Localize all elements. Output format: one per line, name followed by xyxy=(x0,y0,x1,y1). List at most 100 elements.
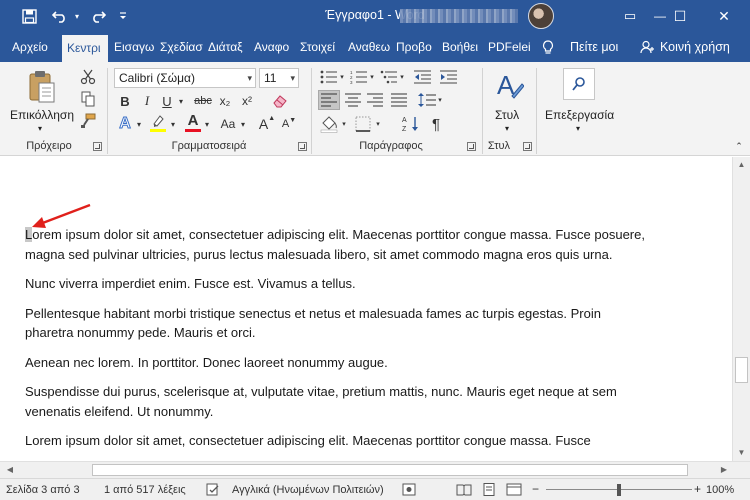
strikethrough-button[interactable]: abc xyxy=(192,92,214,110)
language-indicator[interactable]: Αγγλικά (Ηνωμένων Πολιτειών) xyxy=(232,484,384,496)
maximize-button[interactable]: ☐ xyxy=(662,0,698,32)
zoom-in-button[interactable]: + xyxy=(694,482,701,496)
align-right-button[interactable] xyxy=(364,90,386,110)
font-launcher-icon[interactable] xyxy=(298,142,307,151)
scroll-up-icon[interactable]: ▲ xyxy=(733,157,750,173)
document-body[interactable]: Lorem ipsum dolor sit amet, consectetuer… xyxy=(25,225,645,461)
shading-dropdown-icon[interactable]: ▾ xyxy=(340,114,348,134)
highlight-button[interactable] xyxy=(148,112,168,134)
paragraph[interactable]: Lorem ipsum dolor sit amet, consectetuer… xyxy=(25,225,645,264)
proofing-icon[interactable] xyxy=(206,483,220,496)
tab-view[interactable]: Προβο xyxy=(396,32,436,62)
tab-design[interactable]: Σχεδίασ xyxy=(160,32,206,62)
tab-insert[interactable]: Εισαγω xyxy=(114,32,158,62)
font-color-dropdown-icon[interactable]: ▾ xyxy=(202,114,212,134)
change-case-button[interactable]: Aa xyxy=(218,114,238,134)
grow-font-button[interactable]: A ▲ xyxy=(258,114,276,134)
tab-home[interactable]: Κεντρι xyxy=(62,35,108,62)
bullets-dropdown-icon[interactable]: ▾ xyxy=(338,68,346,86)
tab-help[interactable]: Βοήθει xyxy=(442,32,484,62)
numbering-button[interactable]: 123 xyxy=(348,68,370,86)
word-count[interactable]: 1 από 517 λέξεις xyxy=(104,484,186,496)
paragraph[interactable]: Suspendisse dui purus, scelerisque at, v… xyxy=(25,382,645,421)
shrink-font-button[interactable]: A ▼ xyxy=(280,114,298,134)
tab-references[interactable]: Αναφο xyxy=(254,32,296,62)
paragraph[interactable]: Aenean nec lorem. In porttitor. Donec la… xyxy=(25,353,645,373)
styles-button[interactable]: A Στυλ ▾ xyxy=(488,66,530,136)
superscript-button[interactable]: x² xyxy=(238,92,256,110)
tell-me-box[interactable]: Πείτε μοι xyxy=(542,32,618,62)
bold-button[interactable]: B xyxy=(116,92,134,110)
vertical-scrollbar[interactable]: ▲ ▼ xyxy=(732,157,750,461)
tab-pdfelement[interactable]: PDFelei xyxy=(488,32,532,62)
borders-dropdown-icon[interactable]: ▾ xyxy=(374,114,382,134)
font-color-button[interactable]: A xyxy=(184,112,202,134)
svg-text:3: 3 xyxy=(350,80,353,84)
font-name-combo[interactable]: Calibri (Σώμα) ▾ xyxy=(114,68,256,88)
paste-button[interactable]: Επικόλληση ▾ xyxy=(6,66,74,136)
macro-record-icon[interactable] xyxy=(402,483,416,496)
italic-button[interactable]: I xyxy=(138,92,156,110)
subscript-button[interactable]: x₂ xyxy=(216,92,234,110)
paragraph[interactable]: Pellentesque habitant morbi tristique se… xyxy=(25,304,645,343)
collapse-ribbon-icon[interactable]: ⌃ xyxy=(732,140,746,152)
tab-mailings[interactable]: Στοιχεί xyxy=(300,32,344,62)
underline-button[interactable]: U xyxy=(158,92,176,110)
horizontal-scrollbar[interactable]: ◀ ▶ xyxy=(0,461,750,478)
font-size-combo[interactable]: 11 ▾ xyxy=(259,68,299,88)
format-painter-button[interactable] xyxy=(78,112,98,130)
scroll-left-icon[interactable]: ◀ xyxy=(2,462,18,478)
paragraph[interactable]: Nunc viverra imperdiet enim. Fusce est. … xyxy=(25,274,645,294)
close-button[interactable]: ✕ xyxy=(706,0,742,32)
scroll-down-icon[interactable]: ▼ xyxy=(733,445,750,461)
multilevel-list-button[interactable] xyxy=(378,68,400,86)
styles-group-label: Στυλ xyxy=(487,140,511,152)
line-spacing-button[interactable] xyxy=(416,90,438,110)
zoom-level[interactable]: 100% xyxy=(706,484,734,496)
avatar[interactable] xyxy=(528,3,554,29)
bullets-button[interactable] xyxy=(318,68,340,86)
svg-text:Z: Z xyxy=(402,126,407,133)
copy-button[interactable] xyxy=(78,90,98,108)
sort-button[interactable]: AZ xyxy=(400,114,422,134)
justify-button[interactable] xyxy=(388,90,410,110)
shading-button[interactable] xyxy=(318,114,340,134)
change-case-dropdown-icon[interactable]: ▾ xyxy=(238,114,248,134)
zoom-out-button[interactable]: − xyxy=(532,482,539,496)
show-formatting-button[interactable]: ¶ xyxy=(426,114,446,134)
text-effects-dropdown-icon[interactable]: ▾ xyxy=(134,114,144,134)
line-spacing-dropdown-icon[interactable]: ▾ xyxy=(436,90,444,110)
tab-file[interactable]: Αρχείο xyxy=(12,32,56,62)
red-arrow-annotation xyxy=(32,203,91,228)
page-count[interactable]: Σελίδα 3 από 3 xyxy=(6,484,80,496)
read-mode-icon[interactable] xyxy=(456,483,472,496)
print-layout-icon[interactable] xyxy=(482,483,496,496)
cut-button[interactable] xyxy=(78,68,98,86)
borders-button[interactable] xyxy=(352,114,374,134)
underline-dropdown-icon[interactable]: ▾ xyxy=(176,92,186,110)
clear-formatting-button[interactable] xyxy=(270,92,290,110)
decrease-indent-button[interactable] xyxy=(412,68,434,86)
increase-indent-button[interactable] xyxy=(438,68,460,86)
share-button[interactable]: Κοινή χρήση xyxy=(640,32,730,62)
tab-layout[interactable]: Διάταξ xyxy=(208,32,250,62)
clipboard-launcher-icon[interactable] xyxy=(93,142,102,151)
horizontal-scroll-thumb[interactable] xyxy=(92,464,688,476)
vertical-scroll-thumb[interactable] xyxy=(735,357,748,383)
paragraph-launcher-icon[interactable] xyxy=(467,142,476,151)
text-effects-button[interactable]: A xyxy=(116,114,134,134)
numbering-dropdown-icon[interactable]: ▾ xyxy=(368,68,376,86)
align-left-button[interactable] xyxy=(318,90,340,110)
document-area[interactable]: Lorem ipsum dolor sit amet, consectetuer… xyxy=(0,157,732,461)
multilevel-list-icon xyxy=(380,70,397,84)
web-layout-icon[interactable] xyxy=(506,483,522,496)
scroll-right-icon[interactable]: ▶ xyxy=(716,462,732,478)
styles-launcher-icon[interactable] xyxy=(523,142,532,151)
zoom-slider-thumb[interactable] xyxy=(617,484,621,496)
editing-button[interactable]: Επεξεργασία ▾ xyxy=(544,66,614,136)
multilevel-dropdown-icon[interactable]: ▾ xyxy=(398,68,406,86)
paragraph[interactable]: Lorem ipsum dolor sit amet, consectetuer… xyxy=(25,431,645,451)
highlight-dropdown-icon[interactable]: ▾ xyxy=(168,114,178,134)
align-center-button[interactable] xyxy=(342,90,364,110)
tab-review[interactable]: Αναθεω xyxy=(348,32,392,62)
